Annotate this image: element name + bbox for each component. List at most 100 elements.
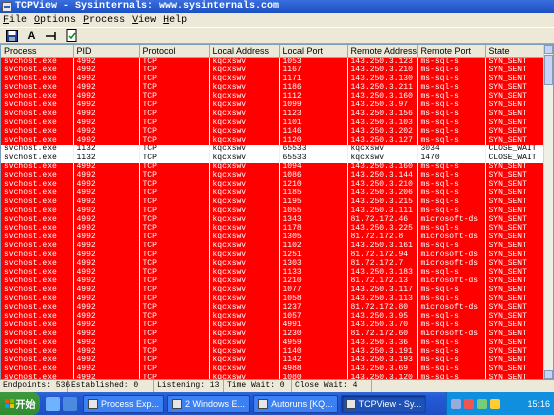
- cell-state: SYN_SENT: [485, 276, 545, 286]
- resolve-addresses-button[interactable]: A: [24, 29, 39, 43]
- cell-process: svchost.exe: [1, 109, 74, 119]
- cell-local-address: kqcxswv: [209, 259, 280, 269]
- scroll-thumb[interactable]: [544, 55, 553, 85]
- table-row[interactable]: svchost.exe 4992 TCP kqcxswv 1230 81.72.172.6…: [1, 329, 545, 339]
- scroll-down-arrow[interactable]: [544, 370, 553, 379]
- security-icon[interactable]: [464, 398, 474, 409]
- cell-remote-address: 81.72.172.8: [347, 232, 418, 242]
- menu-view[interactable]: View: [132, 15, 156, 26]
- table-row[interactable]: svchost.exe 4992 TCP kqcxswv 1178 143.250.3.2…: [1, 224, 545, 233]
- cell-remote-port: ms-sql-s: [417, 127, 486, 137]
- table-row[interactable]: svchost.exe 4992 TCP kqcxswv 1146 143.250.3.2…: [1, 127, 545, 137]
- cell-remote-address: kqcxswv: [347, 153, 418, 163]
- column-header-local-port[interactable]: Local Port: [279, 45, 348, 58]
- table-row[interactable]: svchost.exe 4992 TCP kqcxswv 1142 143.250.3.1…: [1, 356, 545, 365]
- cell-state: SYN_SENT: [485, 347, 545, 357]
- table-row[interactable]: svchost.exe 4992 TCP kqcxswv 1101 143.250.3.1…: [1, 118, 545, 128]
- cell-process: svchost.exe: [1, 215, 74, 225]
- network-icon[interactable]: [451, 398, 461, 409]
- table-row[interactable]: svchost.exe 4992 TCP kqcxswv 1210 143.250.3.2…: [1, 180, 545, 189]
- save-icon[interactable]: [4, 29, 19, 43]
- refresh-icon[interactable]: [64, 29, 79, 43]
- menu-options[interactable]: Options: [34, 15, 76, 26]
- menu-help[interactable]: Help: [163, 15, 187, 26]
- table-row[interactable]: svchost.exe 4992 TCP kqcxswv 4959 143.250.3.3…: [1, 338, 545, 348]
- cell-remote-address: 81.72.172.94: [347, 250, 418, 260]
- cell-process: svchost.exe: [1, 241, 74, 251]
- title-bar[interactable]: TCPView - Sysinternals: www.sysinternals…: [0, 0, 554, 13]
- volume-icon[interactable]: [477, 398, 487, 409]
- table-row[interactable]: svchost.exe 4992 TCP kqcxswv 1237 81.72.172.8…: [1, 303, 545, 313]
- scroll-up-arrow[interactable]: [544, 45, 553, 54]
- status-close-wait: Close Wait: 4: [292, 380, 372, 392]
- cell-pid: 4992: [73, 83, 140, 93]
- table-row[interactable]: svchost.exe 4992 TCP kqcxswv 1094 143.250.3.1…: [1, 162, 545, 172]
- table-row[interactable]: svchost.exe 4992 TCP kqcxswv 1102 143.250.3.1…: [1, 241, 545, 251]
- column-header-local-address[interactable]: Local Address: [209, 45, 280, 58]
- table-row[interactable]: svchost.exe 4992 TCP kqcxswv 1133 143.250.3.1…: [1, 268, 545, 277]
- show-desktop-icon[interactable]: [46, 396, 60, 411]
- table-row[interactable]: svchost.exe 4992 TCP kqcxswv 4988 143.250.3.6…: [1, 364, 545, 374]
- cell-local-port: 1123: [279, 109, 348, 119]
- cell-process: svchost.exe: [1, 268, 74, 277]
- cell-remote-address: 143.250.3.206: [347, 188, 418, 198]
- cell-process: svchost.exe: [1, 206, 74, 216]
- cell-state: SYN_SENT: [485, 364, 545, 374]
- table-row[interactable]: svchost.exe 4992 TCP kqcxswv 1086 143.250.3.1…: [1, 171, 545, 181]
- taskbar-button[interactable]: Process Exp...: [83, 394, 165, 413]
- column-header-state[interactable]: State: [485, 45, 545, 58]
- table-row[interactable]: svchost.exe 4992 TCP kqcxswv 1210 81.72.172.1…: [1, 276, 545, 286]
- cell-remote-address: 143.250.3.183: [347, 268, 418, 277]
- table-row[interactable]: svchost.exe 4992 TCP kqcxswv 1120 143.250.3.1…: [1, 136, 545, 145]
- table-row[interactable]: svchost.exe 4992 TCP kqcxswv 1099 143.250.3.9…: [1, 100, 545, 110]
- table-row[interactable]: svchost.exe 4992 TCP kqcxswv 1058 143.250.3.1…: [1, 294, 545, 304]
- table-row[interactable]: svchost.exe 4992 TCP kqcxswv 1055 143.250.3.1…: [1, 206, 545, 216]
- taskbar-button[interactable]: Autoruns [KQ...: [253, 394, 338, 413]
- table-row[interactable]: svchost.exe 4992 TCP kqcxswv 1140 143.250.3.1…: [1, 347, 545, 357]
- cell-protocol: TCP: [139, 224, 210, 233]
- cell-local-address: kqcxswv: [209, 127, 280, 137]
- cell-remote-port: microsoft-ds: [417, 303, 486, 313]
- cell-local-address: kqcxswv: [209, 224, 280, 233]
- table-row[interactable]: svchost.exe 4992 TCP kqcxswv 1171 143.250.3.1…: [1, 74, 545, 84]
- table-row[interactable]: svchost.exe 4992 TCP kqcxswv 1185 143.250.3.2…: [1, 188, 545, 198]
- table-row[interactable]: svchost.exe 4992 TCP kqcxswv 1251 81.72.172.9…: [1, 250, 545, 260]
- cell-local-port: 1086: [279, 171, 348, 181]
- column-header-protocol[interactable]: Protocol: [139, 45, 210, 58]
- table-row[interactable]: svchost.exe 4992 TCP kqcxswv 1343 81.72.172.4…: [1, 215, 545, 225]
- taskbar-button[interactable]: TCPView - Sy...: [340, 394, 427, 413]
- cell-local-port: 65533: [279, 144, 348, 154]
- table-row[interactable]: svchost.exe 4992 TCP kqcxswv 1053 143.250.3.1…: [1, 57, 545, 66]
- cell-protocol: TCP: [139, 197, 210, 207]
- start-button[interactable]: 开始: [0, 392, 40, 415]
- connection-list[interactable]: Process PID Protocol Local Address Local Por…: [0, 44, 554, 380]
- column-header-remote-address[interactable]: Remote Address: [347, 45, 418, 58]
- table-row[interactable]: svchost.exe 4992 TCP kqcxswv 1057 143.250.3.9…: [1, 312, 545, 321]
- table-row[interactable]: svchost.exe 4992 TCP kqcxswv 1167 143.250.3.2…: [1, 65, 545, 75]
- column-header-pid[interactable]: PID: [73, 45, 140, 58]
- vertical-scrollbar[interactable]: [543, 45, 553, 379]
- table-row[interactable]: svchost.exe 4992 TCP kqcxswv 1123 143.250.3.1…: [1, 109, 545, 119]
- menu-process[interactable]: Process: [83, 15, 125, 26]
- update-icon[interactable]: [490, 398, 500, 409]
- table-row[interactable]: svchost.exe 4992 TCP kqcxswv 1077 143.250.3.1…: [1, 285, 545, 295]
- table-row[interactable]: svchost.exe 4992 TCP kqcxswv 1305 81.72.172.8…: [1, 232, 545, 242]
- toggle-connections-icon[interactable]: [44, 29, 59, 43]
- cell-remote-port: ms-sql-s: [417, 206, 486, 216]
- table-row[interactable]: svchost.exe 1132 TCP kqcxswv 65533 kqcxswv 147…: [1, 153, 545, 163]
- cell-pid: 1132: [73, 144, 140, 154]
- table-row[interactable]: svchost.exe 4992 TCP kqcxswv 1112 143.250.3.1…: [1, 92, 545, 101]
- start-label: 开始: [15, 400, 36, 411]
- menu-file[interactable]: File: [3, 15, 27, 26]
- table-row[interactable]: svchost.exe 4992 TCP kqcxswv 1186 143.250.3.2…: [1, 83, 545, 93]
- table-row[interactable]: svchost.exe 4992 TCP kqcxswv 1303 81.72.172.7…: [1, 259, 545, 269]
- cell-remote-address: 143.250.3.70: [347, 320, 418, 330]
- table-row[interactable]: svchost.exe 1132 TCP kqcxswv 65533 kqcxswv 303…: [1, 144, 545, 154]
- column-header-remote-port[interactable]: Remote Port: [417, 45, 486, 58]
- cell-state: SYN_SENT: [485, 65, 545, 75]
- table-row[interactable]: svchost.exe 4992 TCP kqcxswv 1195 143.250.3.2…: [1, 197, 545, 207]
- table-row[interactable]: svchost.exe 4992 TCP kqcxswv 4991 143.250.3.7…: [1, 320, 545, 330]
- column-header-process[interactable]: Process: [1, 45, 74, 58]
- taskbar-button[interactable]: 2 Windows E...: [167, 394, 251, 413]
- internet-explorer-icon[interactable]: [63, 396, 77, 411]
